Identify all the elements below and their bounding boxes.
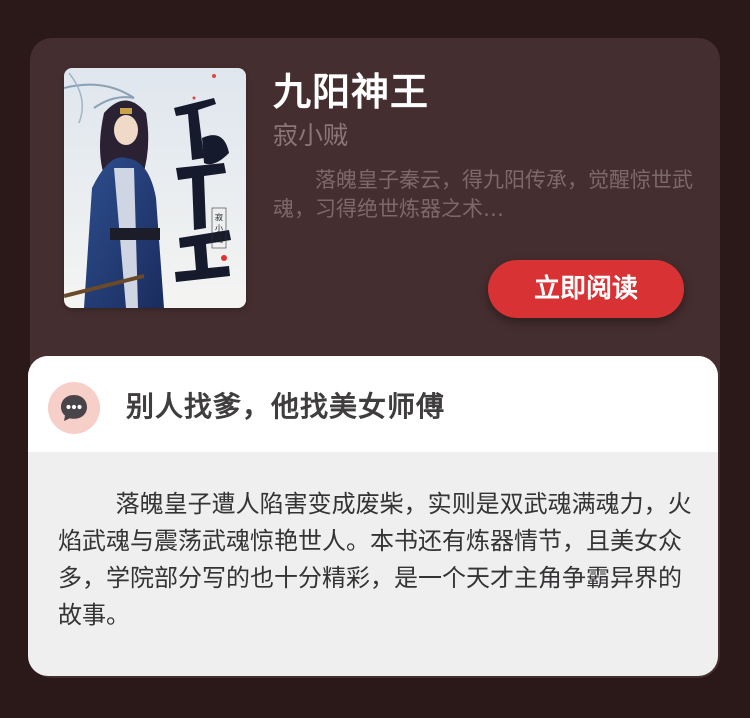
page: 寂 小 贼 九阳神王 寂小贼 落魄皇子秦云，得九阳传承，觉醒惊世武魂，习得绝世炼…	[0, 0, 750, 718]
review-title: 别人找爹，他找美女师傅	[126, 390, 446, 423]
review-body: 落魄皇子遭人陷害变成废柴，实则是双武魂满魂力，火焰武魂与震荡武魂惊艳世人。本书还…	[58, 490, 692, 629]
book-cover[interactable]: 寂 小 贼	[64, 68, 246, 308]
read-now-button[interactable]: 立即阅读	[488, 260, 684, 318]
svg-text:贼: 贼	[215, 234, 223, 244]
book-title[interactable]: 九阳神王	[273, 68, 429, 116]
review-header: 别人找爹，他找美女师傅	[28, 356, 718, 452]
cover-illustration: 寂 小 贼	[64, 68, 246, 308]
review-icon-circle	[48, 382, 100, 434]
svg-text:小: 小	[215, 224, 223, 233]
cover-author-glyph: 寂	[215, 212, 223, 222]
review-card: 别人找爹，他找美女师傅 落魄皇子遭人陷害变成废柴，实则是双武魂满魂力，火焰武魂与…	[28, 356, 718, 676]
chat-bubble-icon	[61, 395, 87, 421]
book-description: 落魄皇子秦云，得九阳传承，觉醒惊世武魂，习得绝世炼器之术…	[273, 168, 693, 221]
book-author[interactable]: 寂小贼	[273, 120, 348, 152]
